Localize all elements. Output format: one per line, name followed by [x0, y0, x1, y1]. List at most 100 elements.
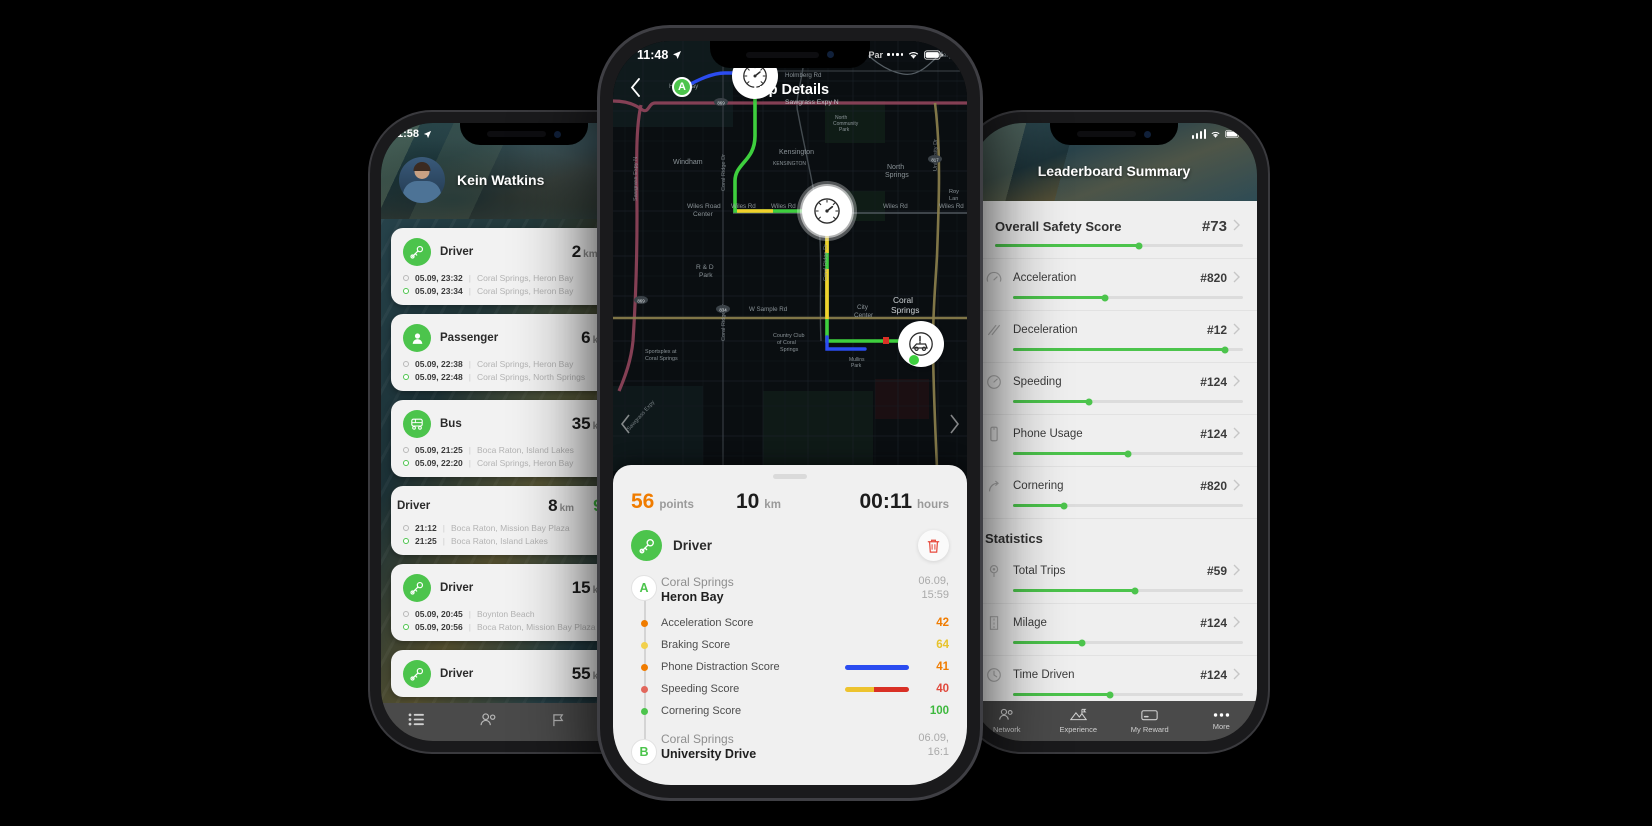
svg-text:Center: Center: [854, 312, 874, 319]
right-phone-device: Leaderboard Summary Overall Safety Score…: [960, 112, 1268, 752]
speed-event-marker-2[interactable]: [805, 189, 849, 233]
metric-progress-track: [1013, 294, 1243, 301]
tab-more[interactable]: More: [1186, 711, 1258, 731]
chevron-right-icon[interactable]: [1233, 563, 1243, 581]
trip-mode-label: Driver: [440, 668, 474, 680]
svg-text:Center: Center: [693, 211, 714, 218]
right-tab-bar[interactable]: Network Experience My Reward More: [971, 701, 1257, 741]
score-value: 64: [936, 639, 949, 651]
metric-label: Speeding: [1013, 376, 1062, 388]
score-name: Braking Score: [661, 639, 731, 651]
svg-text:Park: Park: [839, 127, 850, 133]
tab-experience[interactable]: Experience: [1043, 708, 1115, 734]
leaderboard-row[interactable]: Speeding #124: [971, 363, 1257, 415]
trip-start-time: 05.09, 23:32: [415, 273, 463, 283]
next-trip-arrow[interactable]: [947, 413, 961, 440]
metric-progress-knob[interactable]: [1106, 691, 1114, 698]
center-phone-screen: Heron Bay Sawgrass Expy N Holmberg Rd Ho…: [613, 41, 967, 785]
stat-value: 10: [735, 490, 760, 513]
profile-block[interactable]: Kein Watkins: [399, 157, 544, 203]
metric-progress-track: [1013, 691, 1243, 698]
chevron-right-icon[interactable]: [1233, 615, 1243, 633]
trip-detail-sheet[interactable]: 56 points 10 km 00:11 hours Driver A Cor…: [613, 465, 967, 785]
leaderboard-row[interactable]: Total Trips #59: [971, 552, 1257, 604]
tab-my-reward[interactable]: My Reward: [1114, 709, 1186, 734]
leaderboard-row[interactable]: Time Driven #124: [971, 656, 1257, 701]
right-phone-screen: Leaderboard Summary Overall Safety Score…: [971, 123, 1257, 741]
end-dot-icon: [403, 538, 409, 544]
trip-mode-row: Driver: [631, 530, 949, 561]
metric-label: Total Trips: [1013, 565, 1066, 577]
leaderboard-row[interactable]: Deceleration #12: [971, 311, 1257, 363]
prev-trip-arrow[interactable]: [619, 413, 633, 440]
tab-network[interactable]: Network: [971, 708, 1043, 734]
leaderboard-body[interactable]: Overall Safety Score #73 Acceleration #8…: [971, 201, 1257, 701]
tab-label: Experience: [1059, 725, 1098, 734]
tab-list-icon[interactable]: [408, 713, 425, 731]
chevron-right-icon[interactable]: [1233, 218, 1243, 236]
metric-progress-knob[interactable]: [1101, 294, 1109, 301]
trip-end-time: 21:25: [415, 536, 437, 546]
trip-start-place: Boynton Beach: [476, 609, 535, 619]
metric-progress-knob[interactable]: [1124, 450, 1132, 457]
leaderboard-row-main: Deceleration #12: [1013, 320, 1243, 353]
trash-icon[interactable]: [918, 530, 949, 561]
battery-icon: [924, 49, 943, 60]
trip-end-place: Coral Springs, Heron Bay: [476, 286, 574, 296]
metric-progress-knob[interactable]: [1131, 587, 1139, 594]
battery-icon: [1225, 130, 1241, 138]
stat-value: 00:11: [859, 490, 913, 513]
svg-text:834: 834: [719, 307, 727, 312]
leaderboard-row[interactable]: Acceleration #820: [971, 259, 1257, 311]
leaderboard-row[interactable]: Cornering #820: [971, 467, 1257, 519]
center-phone-device: Heron Bay Sawgrass Expy N Holmberg Rd Ho…: [600, 28, 980, 798]
metric-rank: #820: [1200, 271, 1227, 285]
chevron-right-icon[interactable]: [1233, 426, 1243, 444]
chevron-right-icon[interactable]: [1233, 322, 1243, 340]
sheet-grabber[interactable]: [773, 474, 807, 479]
metric-rank: #124: [1200, 668, 1227, 682]
trip-end-time: 05.09, 20:56: [415, 622, 463, 632]
metric-progress-knob[interactable]: [1085, 398, 1093, 405]
trip-mode-label: Driver: [397, 500, 431, 512]
chevron-right-icon[interactable]: [1233, 667, 1243, 685]
chevron-right-icon[interactable]: [1233, 374, 1243, 392]
end-city: Coral Springs: [661, 732, 734, 746]
trip-timeline: A Coral Springs Heron Bay 06.09, 15:59 A…: [631, 575, 949, 765]
svg-text:Wiles Rd: Wiles Rd: [883, 203, 908, 210]
crash-event-marker[interactable]: [901, 324, 941, 365]
car-key-icon: [403, 238, 431, 266]
trip-start-place: Boca Raton, Mission Bay Plaza: [450, 523, 570, 533]
score-row: Cornering Score 100: [640, 700, 949, 722]
metric-rank: #124: [1200, 427, 1227, 441]
tab-flag-icon[interactable]: [552, 713, 567, 732]
trip-start-place: Coral Springs, Heron Bay: [476, 359, 574, 369]
chevron-right-icon[interactable]: [1233, 478, 1243, 496]
stat-unit: hours: [917, 499, 949, 511]
leaderboard-row[interactable]: Phone Usage #124: [971, 415, 1257, 467]
start-dot-icon: [403, 611, 409, 617]
end-dot-icon: [403, 460, 409, 466]
metric-rank: #124: [1200, 616, 1227, 630]
end-dot-icon: [403, 624, 409, 630]
metric-progress-knob[interactable]: [1078, 639, 1086, 646]
leaderboard-row[interactable]: Milage #124: [971, 604, 1257, 656]
tab-people-icon[interactable]: [479, 713, 498, 731]
svg-text:Coral Springs: Coral Springs: [645, 356, 678, 362]
location-arrow-icon: [423, 130, 432, 138]
score-dot-icon: [640, 685, 648, 693]
leaderboard-row[interactable]: Overall Safety Score #73: [971, 207, 1257, 259]
wifi-icon: [1211, 131, 1220, 138]
chevron-right-icon[interactable]: [1233, 270, 1243, 288]
score-bar-segment: [873, 686, 909, 692]
metric-progress-knob[interactable]: [1060, 502, 1068, 509]
svg-text:Sawgrass Expy N: Sawgrass Expy N: [633, 157, 639, 201]
score-list: Acceleration Score 42 Braking Score 64 P…: [640, 612, 949, 722]
svg-text:817: 817: [931, 157, 939, 162]
metric-progress-knob[interactable]: [1135, 242, 1143, 249]
back-button[interactable]: [629, 77, 642, 103]
metric-progress-knob[interactable]: [1221, 346, 1229, 353]
leaderboard-row-main: Phone Usage #124: [1013, 424, 1243, 457]
metric-progress-track: [1013, 346, 1243, 353]
score-value: 100: [929, 705, 949, 717]
